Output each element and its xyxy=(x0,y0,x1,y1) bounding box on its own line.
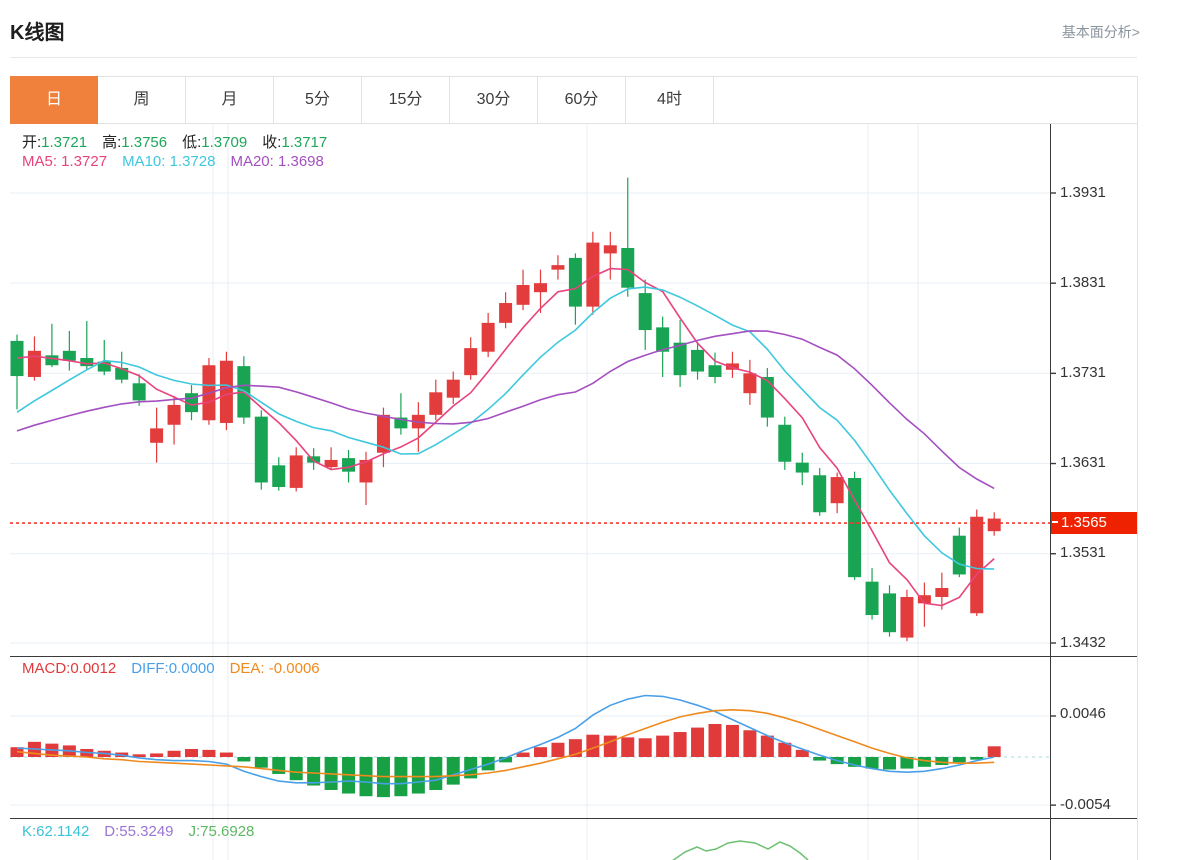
macd-axis-label: -0.0054 xyxy=(1060,796,1111,813)
price-tag-tick xyxy=(1052,521,1058,524)
price-axis-label: 1.3831 xyxy=(1060,274,1106,291)
price-axis-label: 1.3631 xyxy=(1060,454,1106,471)
ohlc-legend: 开:1.3721 高:1.3756 低:1.3709 收:1.3717 xyxy=(22,131,327,152)
macd-axis-label: 0.0046 xyxy=(1060,705,1106,722)
gridlines xyxy=(10,124,1050,860)
price-axis-label: 1.3931 xyxy=(1060,184,1106,201)
macd-legend: MACD:0.0012 DIFF:0.0000 DEA: -0.0006 xyxy=(22,660,320,677)
ohlc-high-value: 1.3756 xyxy=(121,134,168,151)
ma10-line xyxy=(16,286,995,570)
kline-chart-canvas[interactable] xyxy=(0,0,1187,860)
current-price-tag: 1.3565 xyxy=(1051,512,1137,534)
ohlc-low-value: 1.3709 xyxy=(201,134,248,151)
kdj-k-legend: K:62.1142 xyxy=(22,823,90,840)
price-axis-label: 1.3531 xyxy=(1060,544,1106,561)
price-axis-label: 1.3731 xyxy=(1060,364,1106,381)
kdj-j-line xyxy=(672,840,809,860)
ohlc-high: 高:1.3756 xyxy=(102,131,167,152)
price-axis-label: 1.3432 xyxy=(1060,634,1106,651)
ohlc-low-label: 低: xyxy=(182,134,202,151)
ohlc-close: 收:1.3717 xyxy=(262,131,327,152)
current-price-tag-value: 1.3565 xyxy=(1061,514,1107,531)
dea-line xyxy=(16,708,995,778)
ohlc-high-label: 高: xyxy=(102,134,122,151)
ma-legend: MA5: 1.3727 MA10: 1.3728 MA20: 1.3698 xyxy=(22,153,324,170)
ma20-legend: MA20: 1.3698 xyxy=(230,153,324,170)
macd-value-legend: MACD:0.0012 xyxy=(22,660,117,677)
diff-value-legend: DIFF:0.0000 xyxy=(131,660,215,677)
ohlc-open: 开:1.3721 xyxy=(22,131,87,152)
kdj-legend: K:62.1142 D:55.3249 J:75.6928 xyxy=(22,823,254,840)
ma20-line xyxy=(16,330,995,490)
ma5-legend: MA5: 1.3727 xyxy=(22,153,108,170)
candles xyxy=(10,177,1001,642)
ohlc-open-value: 1.3721 xyxy=(41,134,88,151)
ma10-legend: MA10: 1.3728 xyxy=(122,153,216,170)
kline-page: K线图 基本面分析> 日 周 月 5分 15分 30分 60分 4时 开:1.3… xyxy=(0,0,1187,860)
ohlc-open-label: 开: xyxy=(22,134,42,151)
ohlc-close-value: 1.3717 xyxy=(281,134,328,151)
ohlc-low: 低:1.3709 xyxy=(182,131,247,152)
kdj-j-legend: J:75.6928 xyxy=(188,823,255,840)
dea-value-legend: DEA: -0.0006 xyxy=(229,660,320,677)
kdj-d-legend: D:55.3249 xyxy=(104,823,174,840)
ohlc-close-label: 收: xyxy=(262,134,282,151)
